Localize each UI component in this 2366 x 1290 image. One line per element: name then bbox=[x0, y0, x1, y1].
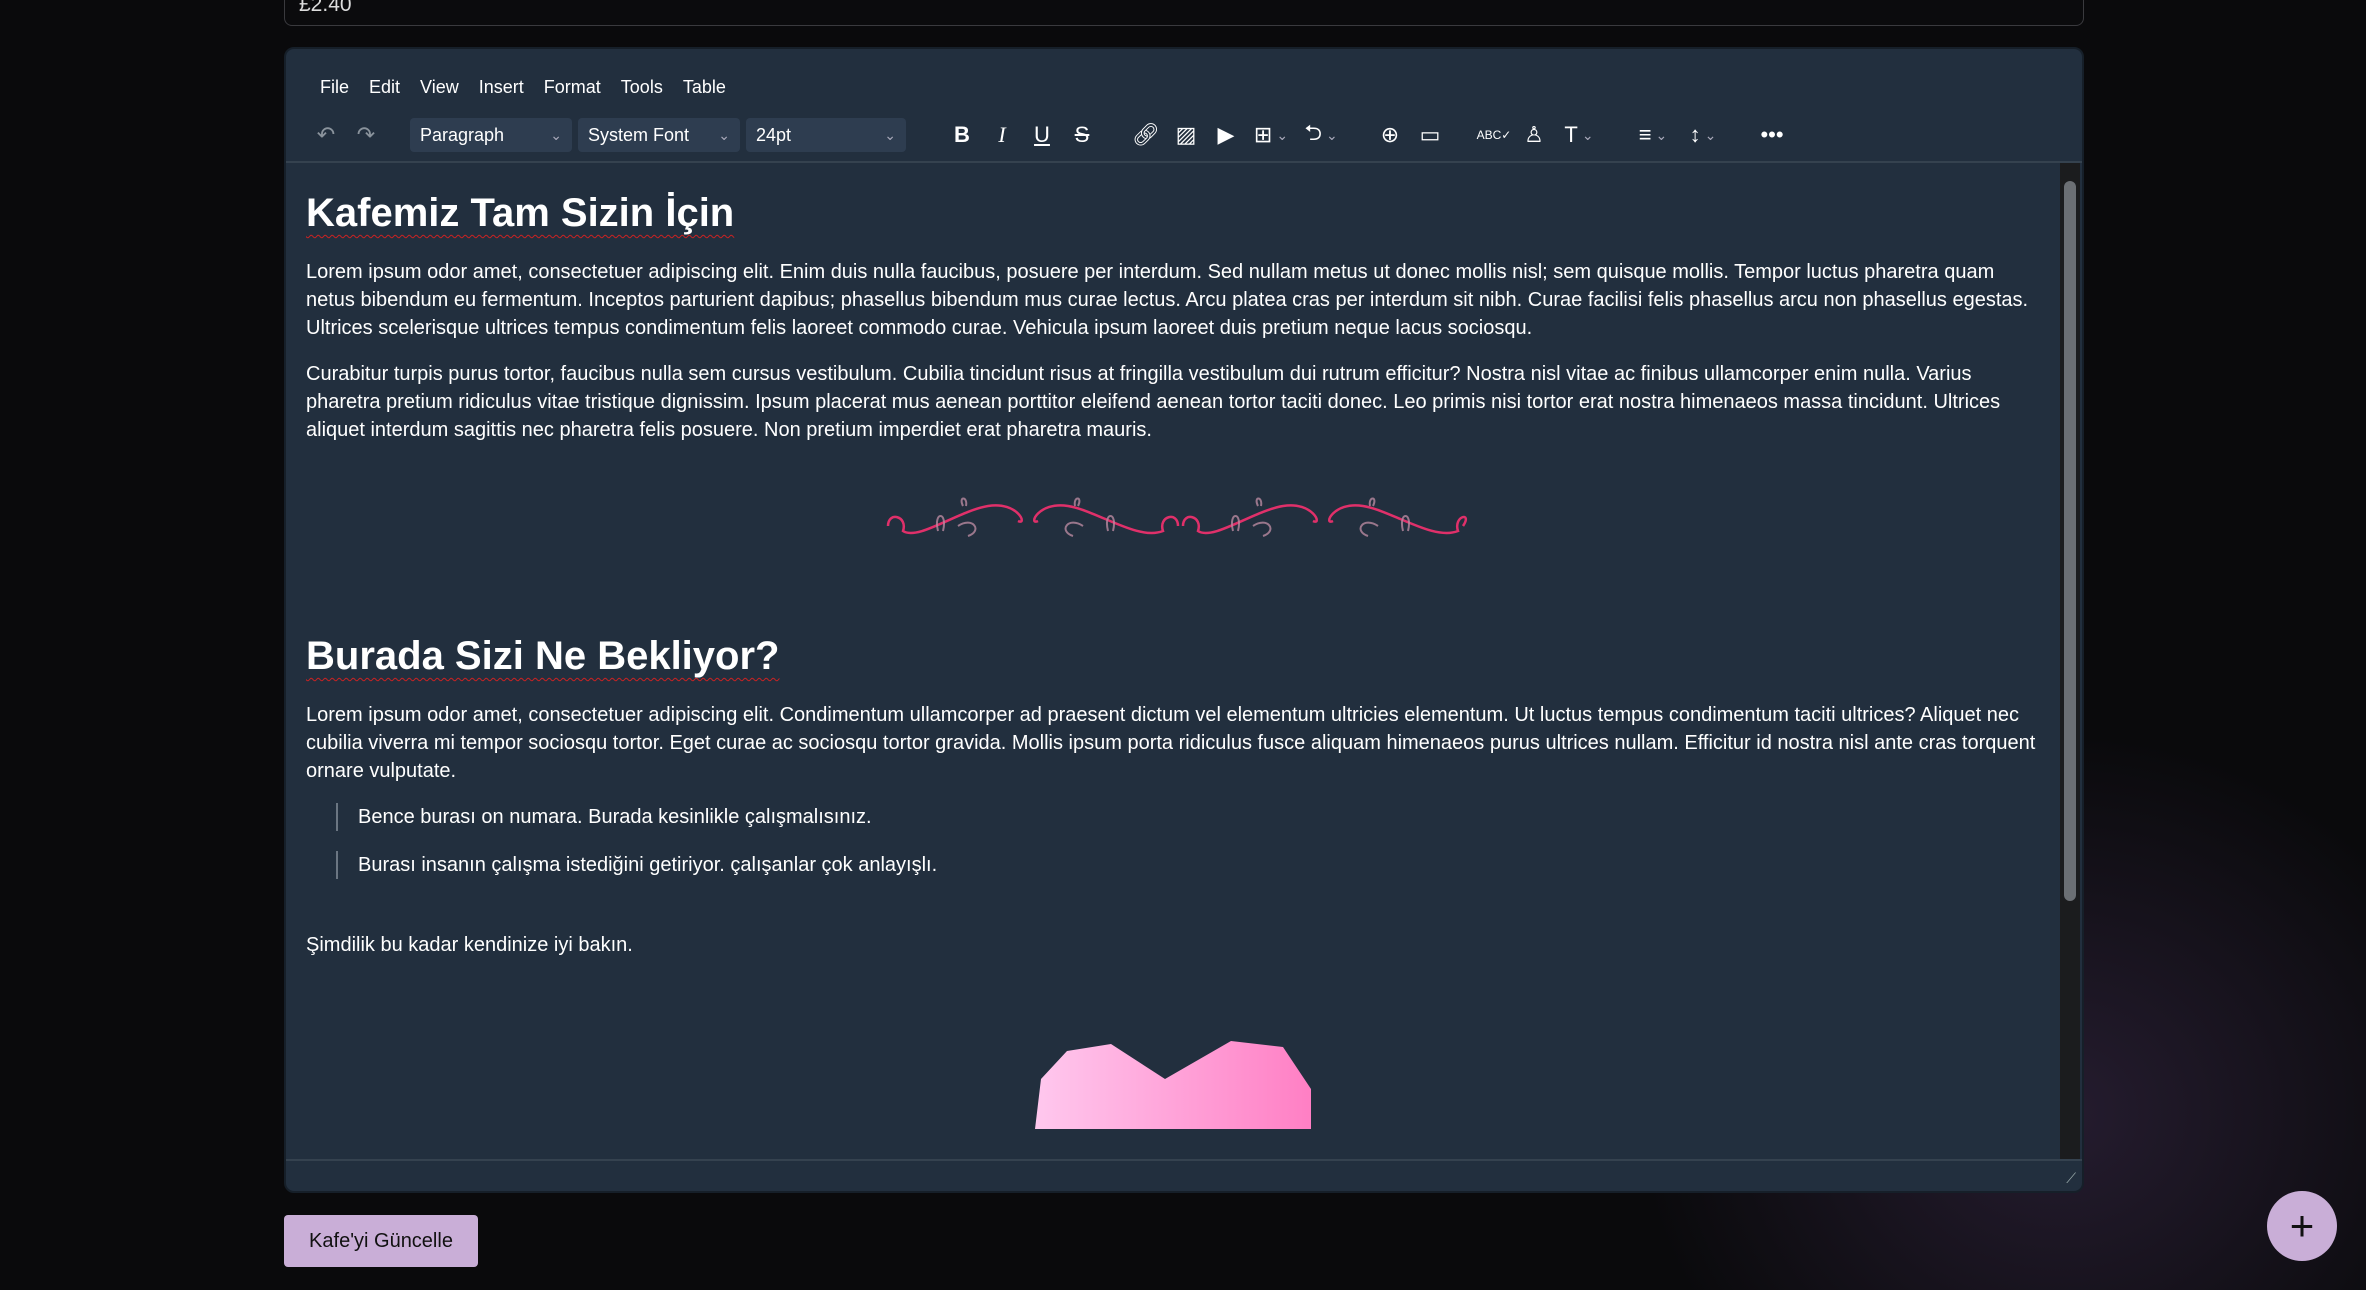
image-icon[interactable]: ▨ bbox=[1166, 115, 1206, 155]
accessibility-icon[interactable]: ♙ bbox=[1514, 115, 1554, 155]
undo-icon[interactable]: ↶ bbox=[306, 115, 346, 155]
redo-icon[interactable]: ↷ bbox=[346, 115, 386, 155]
line-height-icon[interactable]: ↕ ⌄ bbox=[1678, 115, 1728, 155]
update-cafe-button[interactable]: Kafe'yi Güncelle bbox=[284, 1215, 478, 1267]
menu-view[interactable]: View bbox=[410, 69, 469, 105]
link-icon[interactable]: 🔗︎ bbox=[1126, 115, 1166, 155]
menu-edit[interactable]: Edit bbox=[359, 69, 410, 105]
add-comment-icon[interactable]: ⊕ bbox=[1370, 115, 1410, 155]
heading-1: Kafemiz Tam Sizin İçin bbox=[306, 191, 735, 235]
template-icon[interactable]: ⮌ ⌄ bbox=[1296, 115, 1346, 155]
bold-icon[interactable]: B bbox=[942, 115, 982, 155]
paragraph: Curabitur turpis purus tortor, faucibus … bbox=[306, 363, 2001, 441]
font-family-value: System Font bbox=[588, 124, 690, 145]
add-fab-button[interactable]: + bbox=[2267, 1191, 2337, 1261]
comment-icon[interactable]: ▭ bbox=[1410, 115, 1450, 155]
font-size-select[interactable]: 24pt ⌄ bbox=[746, 118, 906, 152]
blockquote: Bence burası on numara. Burada kesinlikl… bbox=[336, 803, 2040, 831]
chevron-down-icon: ⌄ bbox=[718, 126, 730, 143]
italic-icon[interactable]: I bbox=[982, 115, 1022, 155]
closing-paragraph: Şimdilik bu kadar kendinize iyi bakın. bbox=[306, 934, 633, 956]
menu-table[interactable]: Table bbox=[673, 69, 736, 105]
strikethrough-icon[interactable]: S bbox=[1062, 115, 1102, 155]
block-format-value: Paragraph bbox=[420, 124, 505, 145]
chevron-down-icon: ⌄ bbox=[550, 126, 562, 143]
price-input[interactable]: £2.40 bbox=[284, 0, 2084, 26]
ornament-divider-image bbox=[306, 496, 2040, 556]
media-icon[interactable]: ▶ bbox=[1206, 115, 1246, 155]
underline-icon[interactable]: U bbox=[1022, 115, 1062, 155]
block-format-select[interactable]: Paragraph ⌄ bbox=[410, 118, 572, 152]
text-direction-icon[interactable]: T ⌄ bbox=[1554, 115, 1604, 155]
menu-file[interactable]: File bbox=[310, 69, 359, 105]
menu-tools[interactable]: Tools bbox=[611, 69, 673, 105]
statusbar: ⟋ bbox=[286, 1159, 2082, 1191]
toolbar: ↶ ↷ Paragraph ⌄ System Font ⌄ 24pt ⌄ B I U … bbox=[306, 113, 2062, 157]
blockquote: Burası insanın çalışma istediğini getiri… bbox=[336, 851, 2040, 879]
spellcheck-icon[interactable]: ABC✓ bbox=[1474, 115, 1514, 155]
font-family-select[interactable]: System Font ⌄ bbox=[578, 118, 740, 152]
menu-insert[interactable]: Insert bbox=[469, 69, 534, 105]
heart-image bbox=[306, 1029, 2040, 1129]
menubar: File Edit View Insert Format Tools Table bbox=[310, 69, 736, 105]
scrollbar-thumb[interactable] bbox=[2064, 181, 2076, 901]
paragraph: Lorem ipsum odor amet, consectetuer adip… bbox=[306, 261, 2029, 339]
chevron-down-icon: ⌄ bbox=[884, 126, 896, 143]
resize-handle-icon[interactable]: ⟋ bbox=[2066, 1170, 2076, 1187]
more-icon[interactable]: ••• bbox=[1752, 115, 1792, 155]
editor-content[interactable]: Kafemiz Tam Sizin İçin Lorem ipsum odor … bbox=[286, 163, 2060, 1159]
table-icon[interactable]: ⊞ ⌄ bbox=[1246, 115, 1296, 155]
paragraph: Lorem ipsum odor amet, consectetuer adip… bbox=[306, 704, 2036, 782]
font-size-value: 24pt bbox=[756, 124, 792, 145]
align-left-icon[interactable]: ≡ ⌄ bbox=[1628, 115, 1678, 155]
menu-format[interactable]: Format bbox=[534, 69, 611, 105]
heading-2: Burada Sizi Ne Bekliyor? bbox=[306, 634, 780, 678]
scrollbar[interactable] bbox=[2060, 163, 2080, 1159]
rich-text-editor: File Edit View Insert Format Tools Table… bbox=[284, 47, 2084, 1193]
